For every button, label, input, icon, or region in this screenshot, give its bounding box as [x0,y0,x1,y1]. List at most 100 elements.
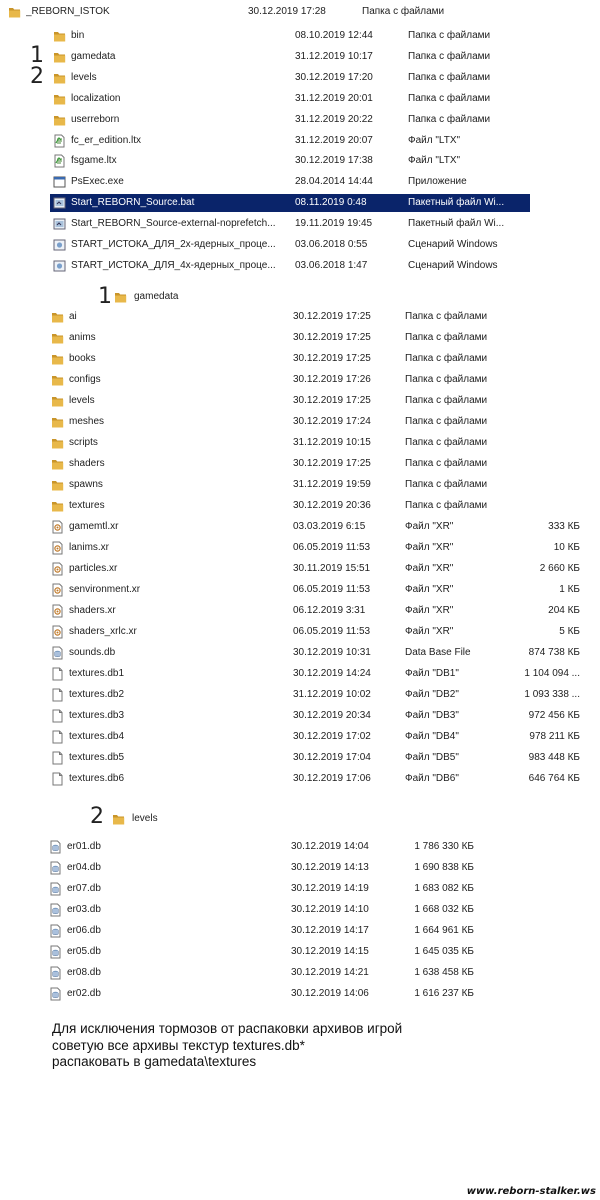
file-row[interactable]: anims 30.12.2019 17:25 Папка с файлами [48,329,588,347]
top-folder-type: Папка с файлами [362,6,445,17]
file-date: 30.12.2019 14:19 [291,883,369,894]
file-row[interactable]: textures.db5 30.12.2019 17:04 Файл "DB5" 98… [48,749,588,767]
file-row[interactable]: configs 30.12.2019 17:26 Папка с файлами [48,371,588,389]
file-row[interactable]: Start_REBORN_Source-external-noprefetch.… [50,215,530,233]
file-type: Папка с файлами [405,311,488,322]
file-name: Start_REBORN_Source-external-noprefetch.… [71,218,276,230]
file-date: 30.12.2019 17:06 [293,773,371,784]
file-row[interactable]: shaders 30.12.2019 17:25 Папка с файлами [48,455,588,473]
xr-file-icon [51,583,64,597]
file-row[interactable]: er03.db 30.12.2019 14:10 1 668 032 КБ [46,901,486,919]
file-row[interactable]: textures.db1 30.12.2019 14:24 Файл "DB1" 1 … [48,665,588,683]
file-name: er02.db [67,988,101,999]
file-name: textures.db2 [69,689,125,700]
db-file-icon [49,966,62,980]
file-type: Файл "XR" [405,521,454,532]
file-name: er04.db [67,862,101,873]
file-type: Приложение [408,176,467,188]
file-date: 03.06.2018 1:47 [295,259,368,271]
gamedata-header[interactable]: gamedata [114,288,314,306]
file-row[interactable]: er06.db 30.12.2019 14:17 1 664 961 КБ [46,922,486,940]
file-type: Папка с файлами [405,479,488,490]
file-row[interactable]: PsExec.exe 28.04.2014 14:44 Приложение [50,173,530,191]
exe-file-icon [53,175,66,189]
file-row[interactable]: er05.db 30.12.2019 14:15 1 645 035 КБ [46,943,486,961]
file-name: Start_REBORN_Source.bat [71,197,195,209]
file-row[interactable]: books 30.12.2019 17:25 Папка с файлами [48,350,588,368]
file-row[interactable]: Start_REBORN_Source.bat 08.11.2019 0:48 Па… [50,194,530,213]
folder-icon [114,290,127,304]
file-name: shaders.xr [69,605,116,616]
folder-icon [8,5,21,19]
file-date: 31.12.2019 20:01 [295,92,373,104]
file-name: gamedata [71,50,116,62]
file-row[interactable]: levels 30.12.2019 17:25 Папка с файлами [48,392,588,410]
file-type: Папка с файлами [405,500,488,511]
file-date: 30.12.2019 17:02 [293,731,371,742]
file-row[interactable]: shaders_xrlc.xr 06.05.2019 11:53 Файл "XR"… [48,623,588,641]
file-name: PsExec.exe [71,176,124,188]
file-date: 30.12.2019 17:25 [293,332,371,343]
file-type: Файл "XR" [405,605,454,616]
file-row[interactable]: ai 30.12.2019 17:25 Папка с файлами [48,308,588,326]
file-row[interactable]: START_ИСТОКА_ДЛЯ_2х-ядерных_проце... 03.0… [50,236,530,254]
file-row[interactable]: bin 08.10.2019 12:44 Папка с файлами [50,27,530,45]
file-name: textures [69,500,105,511]
file-name: levels [69,395,95,406]
file-row[interactable]: particles.xr 30.11.2019 15:51 Файл "XR" 2 6… [48,560,588,578]
file-row[interactable]: userreborn 31.12.2019 20:22 Папка с файлам… [50,111,530,129]
file-date: 30.12.2019 14:10 [291,904,369,915]
file-row[interactable]: er01.db 30.12.2019 14:04 1 786 330 КБ [46,838,486,856]
file-type: Файл "DB1" [405,668,459,679]
file-row[interactable]: textures.db4 30.12.2019 17:02 Файл "DB4" 97… [48,728,588,746]
file-row[interactable]: er07.db 30.12.2019 14:19 1 683 082 КБ [46,880,486,898]
file-row[interactable]: localization 31.12.2019 20:01 Папка с файл… [50,90,530,108]
file-type: Папка с файлами [405,353,488,364]
file-row[interactable]: er08.db 30.12.2019 14:21 1 638 458 КБ [46,964,486,982]
file-row[interactable]: textures 30.12.2019 20:36 Папка с файлами [48,497,588,515]
file-size: 1 КБ [559,584,580,595]
file-row[interactable]: sounds.db 30.12.2019 10:31 Data Base File 8… [48,644,588,662]
file-row[interactable]: senvironment.xr 06.05.2019 11:53 Файл "XR"… [48,581,588,599]
file-name: gamemtl.xr [69,521,119,532]
top-folder-date: 30.12.2019 17:28 [248,6,326,17]
file-row[interactable]: fsgame.ltx 30.12.2019 17:38 Файл "LTX" [50,152,530,170]
db-file-icon [49,903,62,917]
file-name: fsgame.ltx [71,155,117,167]
file-date: 30.12.2019 14:06 [291,988,369,999]
file-row[interactable]: START_ИСТОКА_ДЛЯ_4х-ядерных_проце... 03.0… [50,257,530,275]
folder-icon [53,50,66,64]
file-date: 08.11.2019 0:48 [295,197,367,209]
file-row[interactable]: levels 30.12.2019 17:20 Папка с файлами [50,69,530,87]
file-row[interactable]: er02.db 30.12.2019 14:06 1 616 237 КБ [46,985,486,1003]
file-name: START_ИСТОКА_ДЛЯ_4х-ядерных_проце... [71,259,276,271]
file-row[interactable]: gamedata 31.12.2019 10:17 Папка с файлами [50,48,530,66]
file-row[interactable]: fc_er_edition.ltx 31.12.2019 20:07 Файл "L… [50,132,530,150]
blank-file-icon [51,772,64,786]
file-row[interactable]: shaders.xr 06.12.2019 3:31 Файл "XR" 204 КБ [48,602,588,620]
file-row[interactable]: textures.db2 31.12.2019 10:02 Файл "DB2" 1 … [48,686,588,704]
file-name: textures.db3 [69,710,125,721]
file-size: 874 738 КБ [528,647,580,658]
file-date: 30.12.2019 14:21 [291,967,369,978]
file-row[interactable]: spawns 31.12.2019 19:59 Папка с файлами [48,476,588,494]
file-row[interactable]: lanims.xr 06.05.2019 11:53 Файл "XR" 10 КБ [48,539,588,557]
file-row[interactable]: meshes 30.12.2019 17:24 Папка с файлами [48,413,588,431]
file-date: 28.04.2014 14:44 [295,176,373,188]
file-row[interactable]: textures.db6 30.12.2019 17:06 Файл "DB6" 64… [48,770,588,788]
file-name: textures.db4 [69,731,125,742]
file-name: configs [69,374,101,385]
ltx-file-icon [53,134,66,148]
file-row[interactable]: gamemtl.xr 03.03.2019 6:15 Файл "XR" 333 КБ [48,518,588,536]
file-name: textures.db1 [69,668,125,679]
file-row[interactable]: scripts 31.12.2019 10:15 Папка с файлами [48,434,588,452]
file-row[interactable]: textures.db3 30.12.2019 20:34 Файл "DB3" 97… [48,707,588,725]
gamedata-marker: 1 [98,284,112,309]
top-folder-row[interactable]: _REBORN_ISTOK 30.12.2019 17:28 Папка с ф… [8,3,568,21]
levels-header[interactable]: levels [112,810,312,828]
blank-file-icon [51,667,64,681]
file-date: 03.03.2019 6:15 [293,521,366,532]
file-row[interactable]: er04.db 30.12.2019 14:13 1 690 838 КБ [46,859,486,877]
file-date: 30.12.2019 10:31 [293,647,371,658]
file-type: Файл "DB4" [405,731,459,742]
